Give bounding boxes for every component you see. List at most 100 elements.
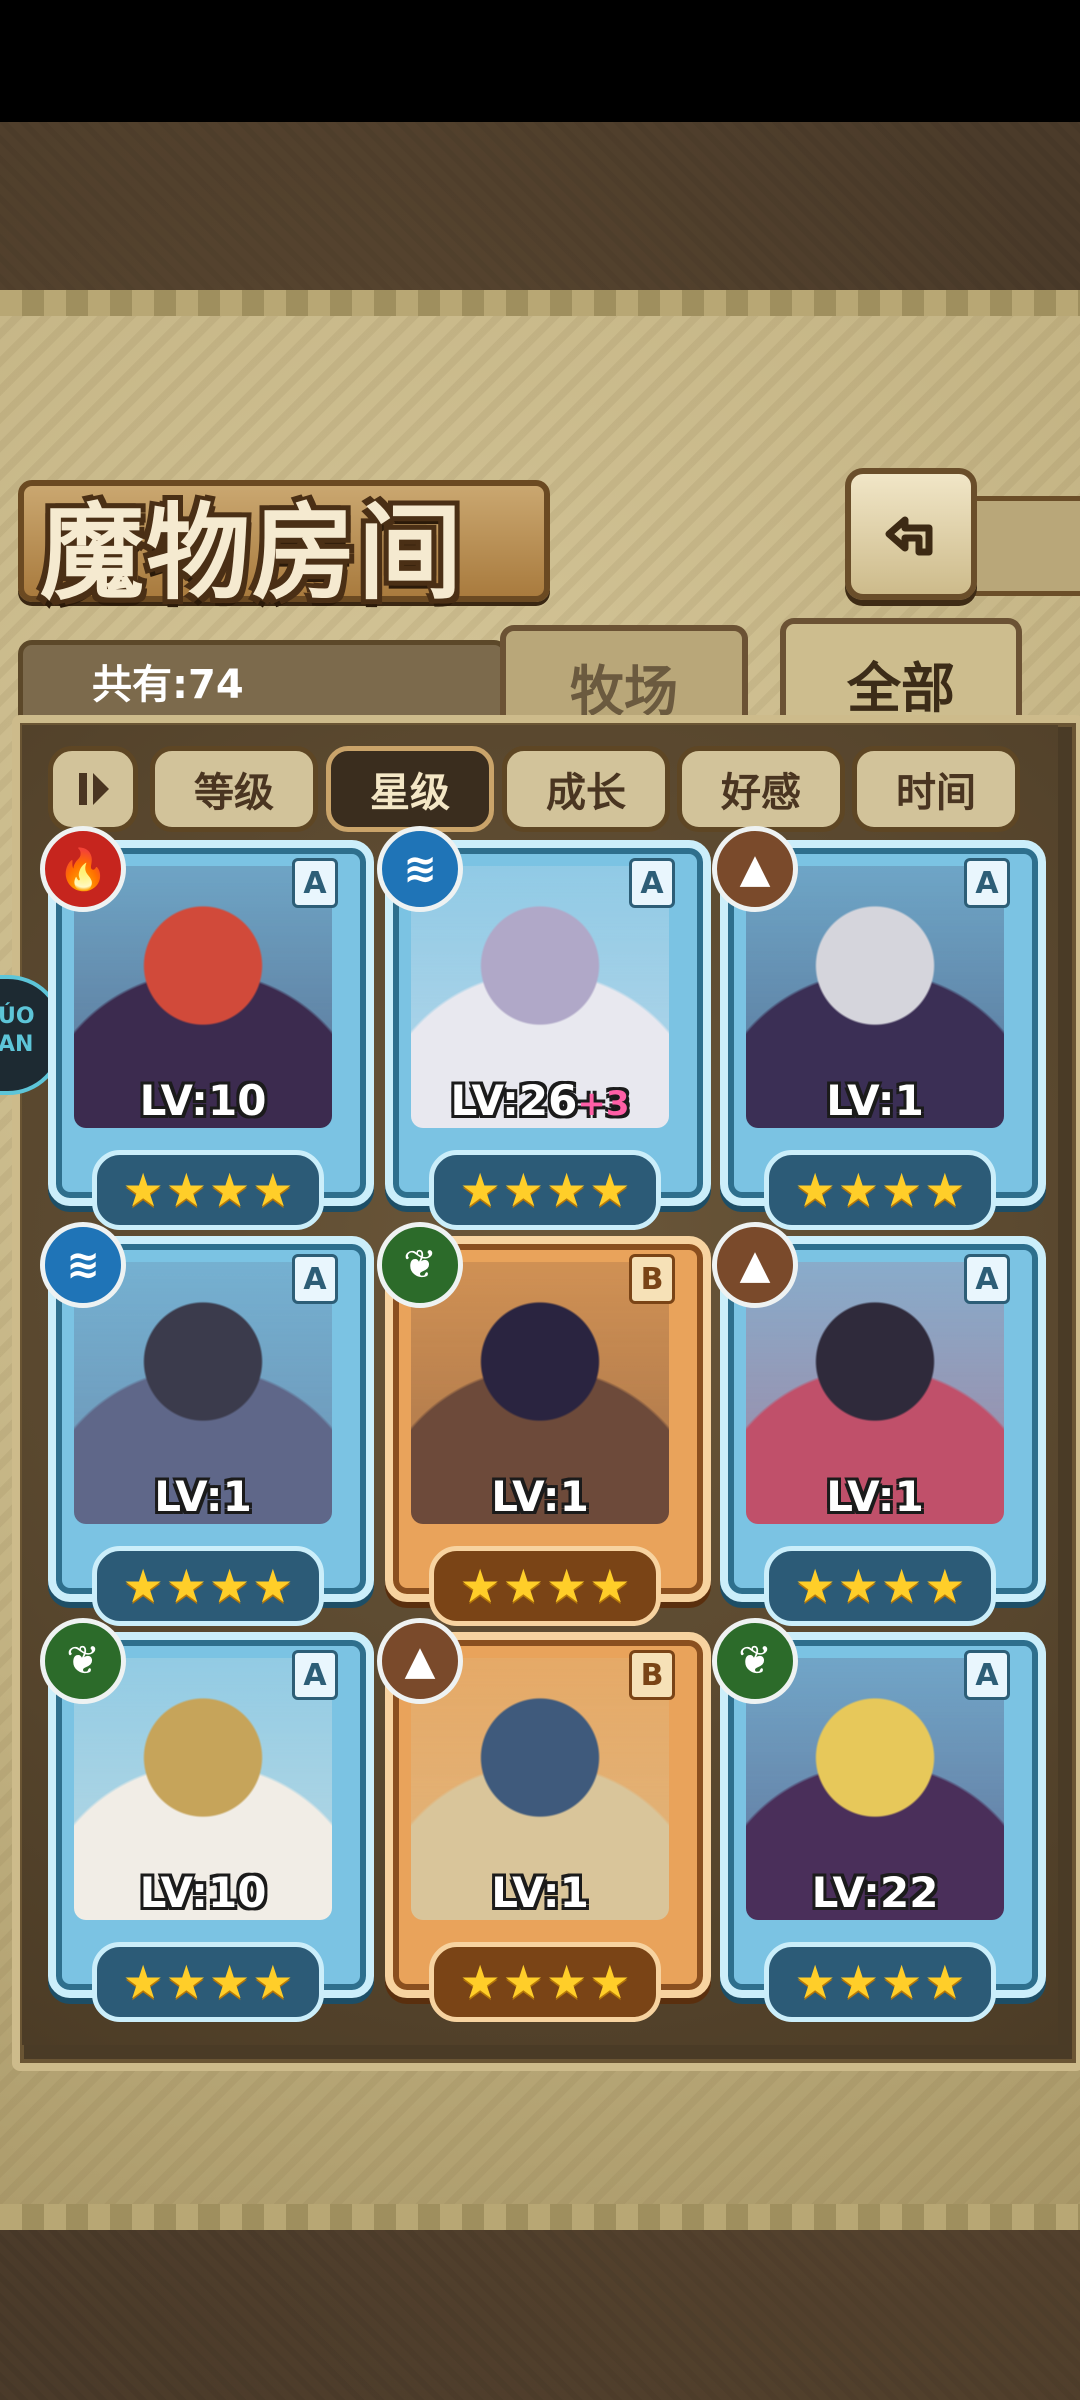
star-icon: ★ <box>881 1955 923 2009</box>
wood-element-icon: ❦ <box>712 1618 798 1704</box>
back-button[interactable] <box>845 468 977 600</box>
star-rating: ★ ★ ★ ★ <box>429 1546 661 1626</box>
level-label: LV:22 <box>720 1868 1030 1917</box>
tab-label: 全部 <box>847 655 955 720</box>
monster-card[interactable]: A ▲ LV:1 ★ ★ ★ ★ <box>712 826 1046 1230</box>
star-icon: ★ <box>209 1163 251 1217</box>
rank-badge: A <box>292 1254 338 1304</box>
rank-badge: B <box>629 1650 675 1700</box>
star-icon: ★ <box>881 1163 923 1217</box>
level-label: LV:10 <box>48 1076 358 1125</box>
back-arrow-icon <box>885 516 933 556</box>
level-value: LV:1 <box>154 1472 252 1521</box>
sort-growth-button[interactable]: 成长 <box>502 746 670 832</box>
level-label: LV:1 <box>720 1472 1030 1521</box>
star-icon: ★ <box>209 1955 251 2009</box>
star-icon: ★ <box>502 1955 544 2009</box>
monster-card[interactable]: A ≋ LV:1 ★ ★ ★ ★ <box>40 1222 374 1626</box>
star-icon: ★ <box>459 1955 501 2009</box>
level-value: LV:10 <box>139 1076 267 1125</box>
sort-affection-button[interactable]: 好感 <box>677 746 845 832</box>
star-icon: ★ <box>165 1559 207 1613</box>
star-icon: ★ <box>924 1559 966 1613</box>
pause-icon <box>79 773 109 805</box>
monster-card[interactable]: A 🔥 LV:10 ★ ★ ★ ★ <box>40 826 374 1230</box>
level-label: LV:1 <box>385 1472 695 1521</box>
rank-badge: A <box>964 1650 1010 1700</box>
status-bar <box>0 0 1080 122</box>
monster-card[interactable]: A ≋ LV:26+3 ★ ★ ★ ★ <box>377 826 711 1230</box>
star-icon: ★ <box>794 1955 836 2009</box>
star-icon: ★ <box>459 1559 501 1613</box>
star-icon: ★ <box>165 1163 207 1217</box>
sort-label: 成长 <box>546 770 626 816</box>
level-label: LV:1 <box>720 1076 1030 1125</box>
monster-card[interactable]: A ❦ LV:22 ★ ★ ★ ★ <box>712 1618 1046 2022</box>
rank-badge: A <box>292 1650 338 1700</box>
star-icon: ★ <box>502 1559 544 1613</box>
star-icon: ★ <box>252 1559 294 1613</box>
monster-card[interactable]: B ▲ LV:1 ★ ★ ★ ★ <box>377 1618 711 2022</box>
level-value: LV:1 <box>826 1076 924 1125</box>
star-icon: ★ <box>502 1163 544 1217</box>
level-value: LV:22 <box>811 1868 939 1917</box>
fire-element-icon: 🔥 <box>40 826 126 912</box>
sort-time-button[interactable]: 时间 <box>852 746 1020 832</box>
level-label: LV:26+3 <box>385 1076 695 1125</box>
star-icon: ★ <box>924 1163 966 1217</box>
level-value: LV:1 <box>826 1472 924 1521</box>
rank-badge: A <box>292 858 338 908</box>
level-value: LV:10 <box>139 1868 267 1917</box>
sort-label: 时间 <box>896 770 976 816</box>
level-label: LV:10 <box>48 1868 358 1917</box>
star-rating: ★ ★ ★ ★ <box>429 1150 661 1230</box>
header-rail <box>960 496 1080 596</box>
wood-element-icon: ❦ <box>377 1222 463 1308</box>
star-rating: ★ ★ ★ ★ <box>429 1942 661 2022</box>
star-icon: ★ <box>881 1559 923 1613</box>
star-icon: ★ <box>122 1163 164 1217</box>
tab-label: 牧场 <box>570 658 678 723</box>
earth-element-icon: ▲ <box>712 826 798 912</box>
monster-card[interactable]: B ❦ LV:1 ★ ★ ★ ★ <box>377 1222 711 1626</box>
level-label: LV:1 <box>385 1868 695 1917</box>
star-icon: ★ <box>589 1955 631 2009</box>
star-icon: ★ <box>924 1955 966 2009</box>
sort-star-button[interactable]: 星级 <box>326 746 494 832</box>
star-rating: ★ ★ ★ ★ <box>92 1942 324 2022</box>
star-icon: ★ <box>252 1163 294 1217</box>
star-icon: ★ <box>546 1163 588 1217</box>
sort-label: 星级 <box>370 770 450 816</box>
star-icon: ★ <box>794 1163 836 1217</box>
sort-toggle-button[interactable] <box>48 746 138 832</box>
monster-card[interactable]: A ▲ LV:1 ★ ★ ★ ★ <box>712 1222 1046 1626</box>
rank-badge: A <box>964 858 1010 908</box>
earth-element-icon: ▲ <box>712 1222 798 1308</box>
sort-label: 好感 <box>721 770 801 816</box>
level-value: LV:1 <box>491 1868 589 1917</box>
star-icon: ★ <box>546 1955 588 2009</box>
wood-element-icon: ❦ <box>40 1618 126 1704</box>
game-screen: 魔物房间 共有:74 牧场 全部 等级 星级 成长 好感 时间 ÚO AN A 🔥… <box>0 0 1080 2400</box>
star-icon: ★ <box>209 1559 251 1613</box>
star-rating: ★ ★ ★ ★ <box>764 1546 996 1626</box>
level-label: LV:1 <box>48 1472 358 1521</box>
star-icon: ★ <box>459 1163 501 1217</box>
star-rating: ★ ★ ★ ★ <box>92 1546 324 1626</box>
monster-card[interactable]: A ❦ LV:10 ★ ★ ★ ★ <box>40 1618 374 2022</box>
rank-badge: A <box>964 1254 1010 1304</box>
sort-level-button[interactable]: 等级 <box>150 746 318 832</box>
monster-count: 共有:74 <box>92 662 244 708</box>
water-element-icon: ≋ <box>377 826 463 912</box>
star-icon: ★ <box>837 1559 879 1613</box>
level-value: LV:26 <box>450 1076 578 1125</box>
level-bonus: +3 <box>577 1084 630 1124</box>
star-icon: ★ <box>589 1559 631 1613</box>
star-icon: ★ <box>837 1955 879 2009</box>
star-icon: ★ <box>122 1955 164 2009</box>
star-rating: ★ ★ ★ ★ <box>764 1942 996 2022</box>
page-title: 魔物房间 <box>40 491 465 614</box>
earth-element-icon: ▲ <box>377 1618 463 1704</box>
star-icon: ★ <box>252 1955 294 2009</box>
star-icon: ★ <box>837 1163 879 1217</box>
